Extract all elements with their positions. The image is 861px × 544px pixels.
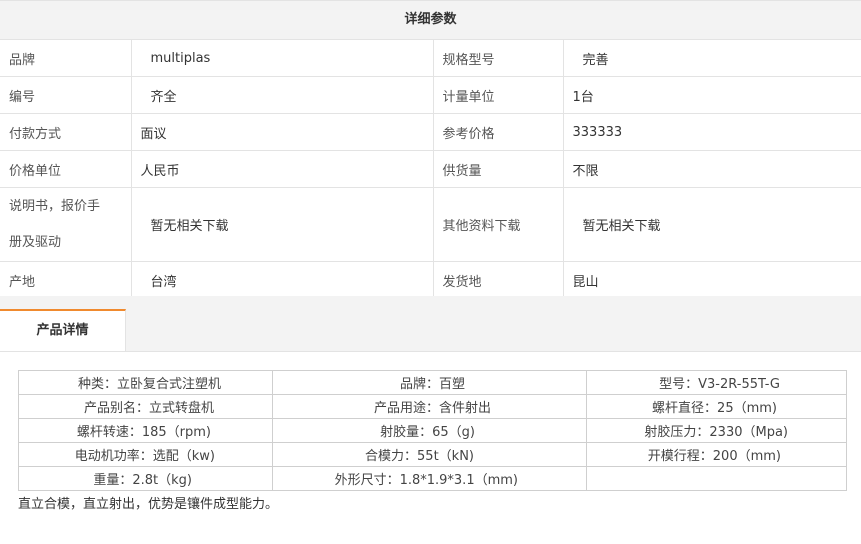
spec-cell: 外形尺寸：1.8*1.9*3.1（mm) [272, 466, 587, 491]
spec-cell: 种类：立卧复合式注塑机 [18, 370, 273, 395]
table-row: 螺杆转速：185（rpm) 射胶量：65（g) 射胶压力：2330（Mpa) [18, 418, 847, 443]
table-row: 重量：2.8t（kg) 外形尺寸：1.8*1.9*3.1（mm) [18, 466, 847, 491]
param-value: 完善 [563, 40, 861, 77]
product-summary: 直立合模，直立射出，优势是镶件成型能力。 [18, 497, 279, 512]
detail-params-section: 详细参数 品牌 multiplas 规格型号 完善 编号 齐全 计量单位 1台 … [0, 0, 861, 299]
param-key: 说明书，报价手 册及驱动 [0, 187, 132, 262]
params-title: 详细参数 [0, 0, 861, 40]
spec-cell: 产品用途：含件射出 [272, 394, 587, 419]
param-value: 人民币 [131, 150, 434, 188]
spec-cell: 品牌：百塑 [272, 370, 587, 395]
tab-product-details[interactable]: 产品详情 [0, 309, 126, 351]
param-value: 面议 [131, 113, 434, 151]
spec-cell: 射胶压力：2330（Mpa) [586, 418, 847, 443]
spec-table: 种类：立卧复合式注塑机 品牌：百塑 型号：V3-2R-55T-G 产品别名：立式… [18, 370, 847, 491]
spec-cell: 开模行程：200（mm) [586, 442, 847, 467]
table-row: 产品别名：立式转盘机 产品用途：含件射出 螺杆直径：25（mm) [18, 394, 847, 419]
param-value: 昆山 [563, 261, 861, 299]
spec-cell: 螺杆直径：25（mm) [586, 394, 847, 419]
param-key: 计量单位 [433, 76, 564, 114]
param-key: 供货量 [433, 150, 564, 188]
table-row: 电动机功率：选配（kw) 合模力：55t（kN) 开模行程：200（mm) [18, 442, 847, 467]
table-row: 编号 齐全 计量单位 1台 [0, 76, 861, 114]
spec-cell: 合模力：55t（kN) [272, 442, 587, 467]
param-key: 其他资料下载 [433, 187, 564, 262]
param-value: 1台 [563, 76, 861, 114]
param-value: multiplas [131, 40, 434, 77]
param-value: 不限 [563, 150, 861, 188]
table-row: 付款方式 面议 参考价格 333333 [0, 113, 861, 151]
param-value: 台湾 [131, 261, 434, 299]
param-key-line: 册及驱动 [9, 234, 62, 250]
param-key: 价格单位 [0, 150, 132, 188]
param-value: 齐全 [131, 76, 434, 114]
param-key: 产地 [0, 261, 132, 299]
table-row: 品牌 multiplas 规格型号 完善 [0, 40, 861, 77]
spec-cell: 射胶量：65（g) [272, 418, 587, 443]
param-value: 333333 [563, 113, 861, 151]
params-table: 品牌 multiplas 规格型号 完善 编号 齐全 计量单位 1台 付款方式 … [0, 40, 861, 299]
table-row: 产地 台湾 发货地 昆山 [0, 261, 861, 299]
param-key: 品牌 [0, 40, 132, 77]
spec-cell: 电动机功率：选配（kw) [18, 442, 273, 467]
spec-cell: 重量：2.8t（kg) [18, 466, 273, 491]
spec-cell [586, 466, 847, 491]
section-gap [0, 296, 861, 310]
param-key: 发货地 [433, 261, 564, 299]
spec-cell: 螺杆转速：185（rpm) [18, 418, 273, 443]
tab-bar: 产品详情 [0, 309, 861, 352]
param-key: 编号 [0, 76, 132, 114]
download-link[interactable]: 暂无相关下载 [563, 187, 861, 262]
spec-cell: 产品别名：立式转盘机 [18, 394, 273, 419]
table-row: 说明书，报价手 册及驱动 暂无相关下载 其他资料下载 暂无相关下载 [0, 187, 861, 262]
param-key: 参考价格 [433, 113, 564, 151]
param-key: 规格型号 [433, 40, 564, 77]
param-key-line: 说明书，报价手 [9, 198, 101, 214]
param-key: 付款方式 [0, 113, 132, 151]
spec-cell: 型号：V3-2R-55T-G [586, 370, 847, 395]
table-row: 种类：立卧复合式注塑机 品牌：百塑 型号：V3-2R-55T-G [18, 370, 847, 395]
download-link[interactable]: 暂无相关下载 [131, 187, 434, 262]
table-row: 价格单位 人民币 供货量 不限 [0, 150, 861, 188]
